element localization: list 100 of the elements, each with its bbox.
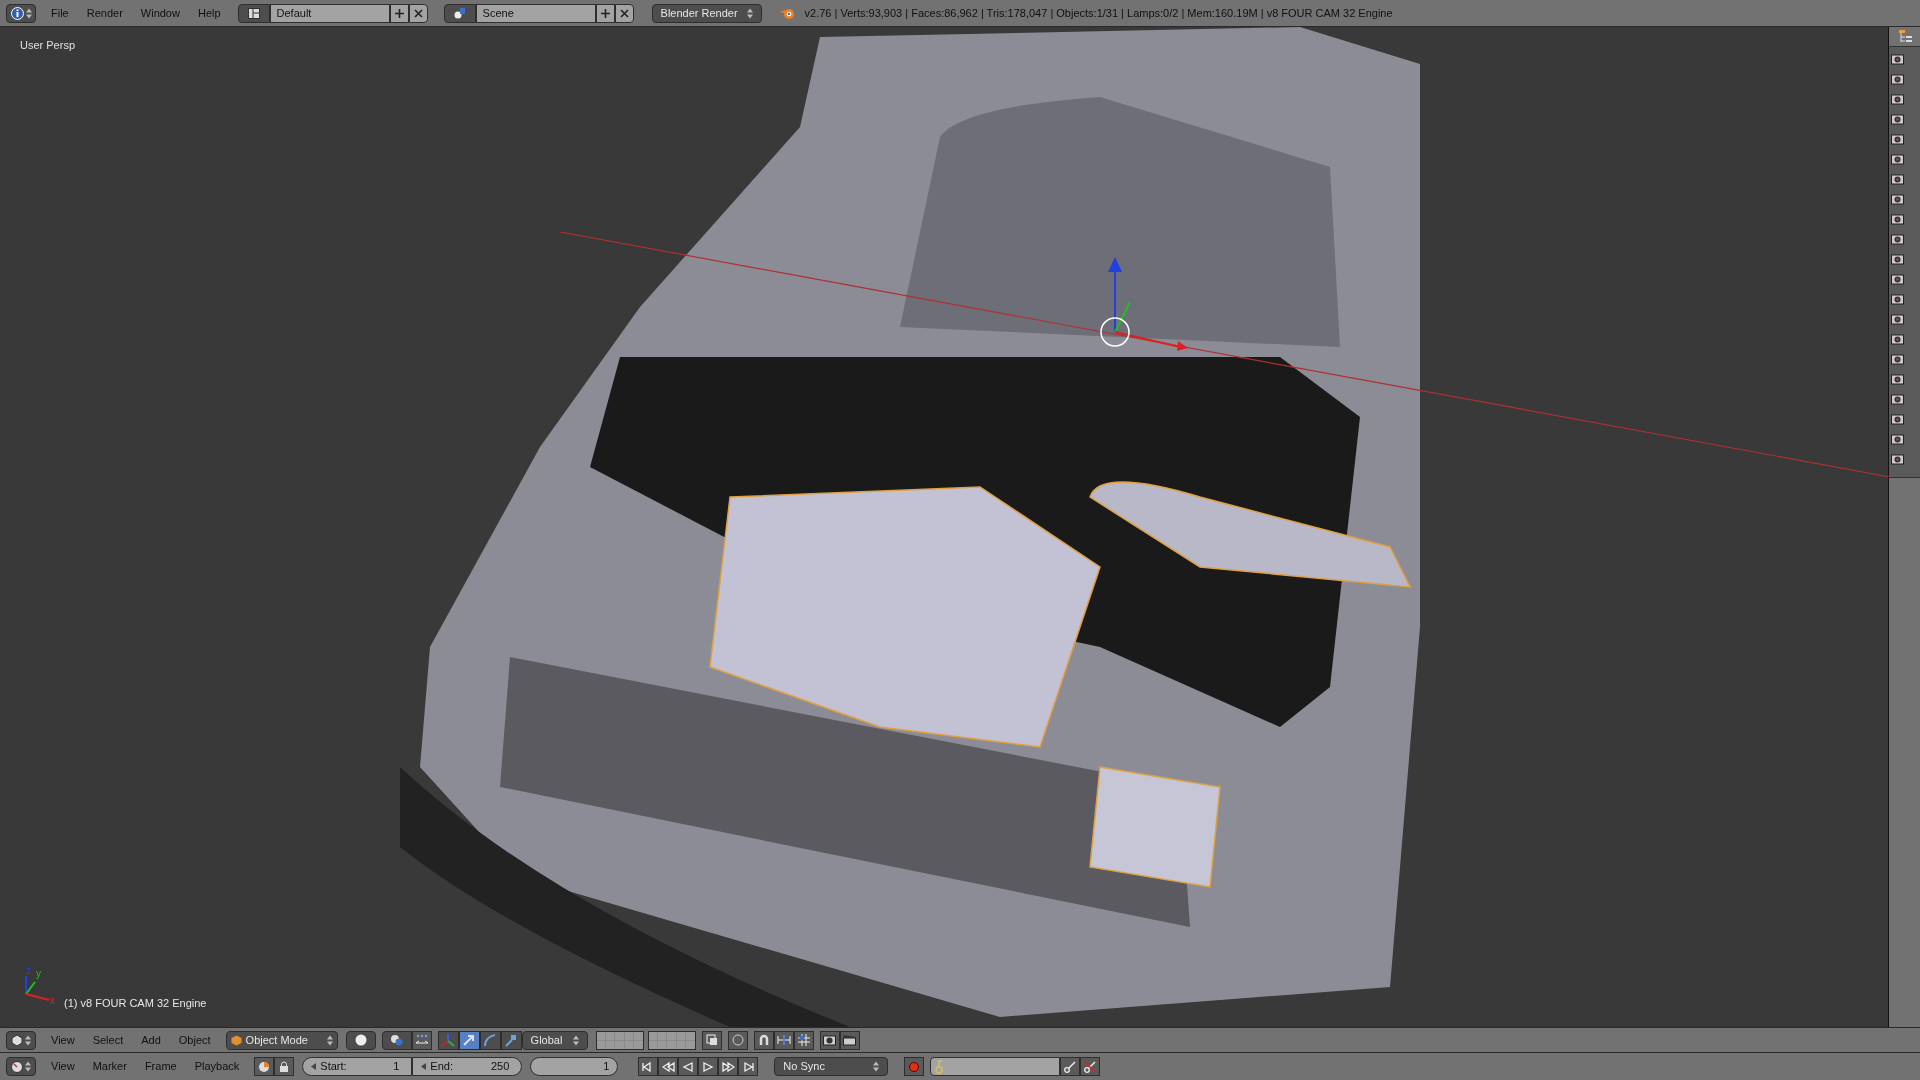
key-crossed-icon — [1084, 1060, 1097, 1073]
orientation-dropdown[interactable]: Global — [521, 1030, 588, 1050]
add-icon[interactable] — [389, 3, 409, 23]
editor-type-button[interactable] — [6, 1030, 36, 1050]
pivot-dropdown[interactable] — [381, 1030, 412, 1050]
close-icon[interactable] — [408, 3, 428, 23]
insert-keyframe-button[interactable] — [1060, 1057, 1081, 1076]
snap-button[interactable] — [753, 1030, 774, 1050]
circles-icon — [389, 1034, 404, 1046]
menu-item[interactable]: Window — [131, 4, 189, 22]
shading-dropdown[interactable] — [345, 1030, 376, 1050]
camera-icon[interactable] — [1891, 293, 1904, 305]
playback-icon — [681, 1060, 695, 1073]
camera-icon[interactable] — [1891, 353, 1904, 365]
camera-icon[interactable] — [1891, 53, 1904, 65]
up-down-arrows-icon — [873, 1061, 880, 1072]
layer-grid[interactable] — [647, 1030, 696, 1050]
camera-icon[interactable] — [1891, 233, 1904, 245]
use-preview-range-toggle[interactable] — [254, 1057, 275, 1076]
menu-item[interactable]: Render — [77, 4, 132, 22]
up-down-arrows-icon — [25, 1034, 31, 1046]
camera-icon[interactable] — [1891, 193, 1904, 205]
opengl-animation-button[interactable] — [839, 1030, 860, 1050]
record-icon — [908, 1060, 921, 1073]
end-label: End: — [430, 1059, 453, 1075]
lock-icon — [279, 1060, 290, 1073]
playback-button[interactable] — [738, 1057, 759, 1076]
scene-field[interactable]: Scene — [475, 3, 596, 23]
playback-button[interactable] — [678, 1057, 699, 1076]
camera-icon[interactable] — [1891, 113, 1904, 125]
snap-element-dropdown[interactable] — [773, 1030, 794, 1050]
menu-item[interactable]: Playback — [185, 1058, 249, 1075]
current-frame-field[interactable]: 1 — [530, 1057, 619, 1076]
menu-item[interactable]: Frame — [135, 1058, 186, 1075]
start-frame-field[interactable]: Start: 1 — [302, 1057, 413, 1076]
camera-icon[interactable] — [1891, 313, 1904, 325]
keying-set-field[interactable] — [930, 1057, 1061, 1076]
axes-icon — [441, 1033, 456, 1047]
add-icon[interactable] — [595, 3, 615, 23]
start-label: Start: — [320, 1059, 347, 1075]
manipulator-toggle[interactable] — [500, 1030, 522, 1050]
lock-layers-toggle[interactable] — [701, 1030, 722, 1050]
render-toggle[interactable] — [727, 1030, 748, 1050]
up-down-arrows-icon — [572, 1034, 579, 1046]
layout-icon — [247, 7, 260, 19]
camera-icon[interactable] — [1891, 373, 1904, 385]
end-frame-field[interactable]: End: 250 — [412, 1057, 523, 1076]
opengl-render-button[interactable] — [819, 1030, 840, 1050]
playback-button[interactable] — [638, 1057, 659, 1076]
mode-dropdown[interactable]: Object Mode — [225, 1030, 338, 1050]
circle-icon — [731, 1034, 744, 1046]
manipulator-toggle[interactable] — [458, 1030, 480, 1050]
playback-button[interactable] — [698, 1057, 719, 1076]
scene-icon — [453, 7, 466, 19]
manipulator-toggle[interactable] — [479, 1030, 501, 1050]
outliner-icon[interactable] — [1897, 30, 1912, 43]
status-text: v2.76 | Verts:93,903 | Faces:86,962 | Tris:178,047 | Objects:1/31 | Lamps:0/2 | Mem:160.19M | v8 FOUR CAM 32 Engine — [804, 5, 1393, 21]
snap-increment-icon — [776, 1034, 791, 1046]
camera-icon[interactable] — [1891, 253, 1904, 265]
editor-type-button[interactable] — [6, 1057, 36, 1076]
scale-icon — [504, 1033, 519, 1047]
left-arrow-icon — [311, 1063, 317, 1070]
menu-item[interactable]: View — [42, 1031, 84, 1049]
start-value: 1 — [393, 1059, 400, 1075]
menu-item[interactable]: Add — [132, 1031, 170, 1049]
camera-icon[interactable] — [1891, 433, 1904, 445]
camera-icon[interactable] — [1891, 73, 1904, 85]
layout-browse-button[interactable] — [237, 3, 270, 23]
record-button[interactable] — [904, 1057, 925, 1076]
camera-icon[interactable] — [1891, 453, 1904, 465]
camera-icon[interactable] — [1891, 273, 1904, 285]
snap-target-button[interactable] — [793, 1030, 814, 1050]
snap-toggle[interactable] — [411, 1030, 432, 1050]
layer-grid[interactable] — [595, 1030, 644, 1050]
camera-icon[interactable] — [1891, 93, 1904, 105]
menu-item[interactable]: Select — [83, 1031, 133, 1049]
editor-type-button[interactable] — [6, 3, 36, 23]
camera-icon[interactable] — [1891, 393, 1904, 405]
menu-item[interactable]: Object — [169, 1031, 220, 1049]
delete-keyframe-button[interactable] — [1080, 1057, 1101, 1076]
lock-toggle[interactable] — [274, 1057, 295, 1076]
camera-icon[interactable] — [1891, 213, 1904, 225]
layout-field[interactable]: Default — [269, 3, 390, 23]
menu-item[interactable]: Marker — [83, 1058, 136, 1075]
manipulator-toggle[interactable] — [437, 1030, 459, 1050]
menu-item[interactable]: File — [42, 4, 78, 22]
menu-item[interactable]: Help — [188, 4, 230, 22]
playback-button[interactable] — [718, 1057, 739, 1076]
close-icon[interactable] — [614, 3, 634, 23]
camera-icon[interactable] — [1891, 413, 1904, 425]
scene-browse-button[interactable] — [443, 3, 476, 23]
camera-icon[interactable] — [1891, 133, 1904, 145]
playback-icon — [701, 1060, 715, 1073]
playback-button[interactable] — [658, 1057, 679, 1076]
camera-icon[interactable] — [1891, 153, 1904, 165]
camera-icon[interactable] — [1891, 173, 1904, 185]
render-engine-dropdown[interactable]: Blender Render — [651, 3, 762, 23]
sync-dropdown[interactable]: No Sync — [774, 1057, 889, 1076]
menu-item[interactable]: View — [42, 1058, 84, 1075]
camera-icon[interactable] — [1891, 333, 1904, 345]
